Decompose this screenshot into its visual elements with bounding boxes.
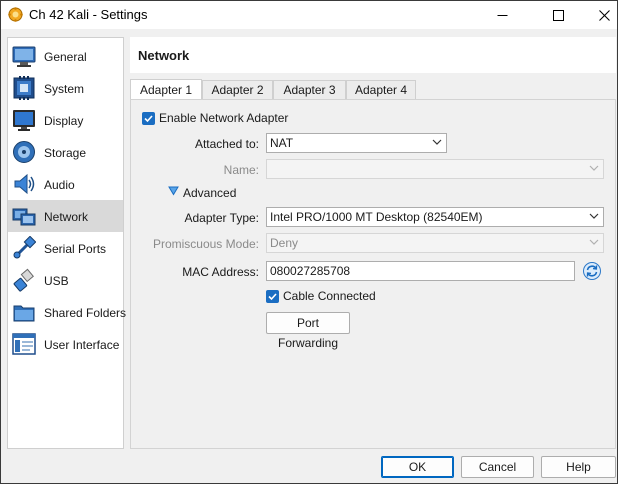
sidebar-item-label: Shared Folders — [44, 306, 127, 320]
settings-main-pane: Network Adapter 1 Adapter 2 Adapter 3 Ad… — [130, 37, 616, 449]
minimize-icon — [497, 14, 507, 16]
window-title: Ch 42 Kali - Settings — [29, 7, 148, 22]
sidebar-item-label: General — [44, 50, 87, 64]
general-icon — [12, 44, 36, 68]
promiscuous-mode-select[interactable]: Deny — [266, 233, 604, 253]
sidebar-item-general[interactable]: General — [8, 40, 123, 72]
promiscuous-mode-value: Deny — [270, 236, 299, 250]
sidebar-item-usb[interactable]: USB — [8, 264, 123, 296]
close-icon — [598, 9, 610, 21]
sidebar-item-serial-ports[interactable]: Serial Ports — [8, 232, 123, 264]
sidebar-item-storage[interactable]: Storage — [8, 136, 123, 168]
generate-mac-button[interactable] — [582, 261, 602, 281]
checkmark-icon — [268, 293, 277, 301]
attached-to-label: Attached to: — [194, 137, 259, 151]
maximize-icon — [552, 9, 564, 21]
adapter-type-select[interactable]: Intel PRO/1000 MT Desktop (82540EM) — [266, 207, 604, 227]
chevron-down-icon — [589, 239, 599, 245]
checkmark-icon — [144, 115, 153, 123]
minimize-button[interactable] — [479, 1, 525, 29]
audio-icon — [12, 172, 36, 196]
sidebar-item-label: User Interface — [44, 338, 120, 352]
settings-window: Ch 42 Kali - Settings General System Dis… — [0, 0, 618, 484]
name-label: Name: — [223, 163, 259, 177]
tab-adapter-1[interactable]: Adapter 1 — [130, 79, 202, 100]
page-header: Network — [130, 37, 616, 73]
attached-to-select[interactable]: NAT — [266, 133, 447, 153]
chevron-down-icon — [589, 213, 599, 219]
chevron-down-icon — [432, 139, 442, 145]
system-icon — [12, 76, 36, 100]
adapter-type-value: Intel PRO/1000 MT Desktop (82540EM) — [270, 210, 483, 224]
tab-adapter-2[interactable]: Adapter 2 — [202, 80, 273, 100]
tab-adapter-3[interactable]: Adapter 3 — [273, 80, 346, 100]
sidebar-item-user-interface[interactable]: User Interface — [8, 328, 123, 360]
sidebar-item-label: Network — [44, 210, 89, 224]
enable-adapter-checkbox[interactable] — [142, 112, 155, 125]
adapter-panel: Enable Network Adapter Attached to: NAT … — [130, 99, 616, 449]
maximize-button[interactable] — [535, 1, 581, 29]
shared-folders-icon — [12, 300, 36, 324]
ok-button[interactable]: OK — [381, 456, 454, 478]
sidebar-item-shared-folders[interactable]: Shared Folders — [8, 296, 127, 328]
promiscuous-mode-label: Promiscuous Mode: — [152, 237, 259, 251]
advanced-toggle-label[interactable]: Advanced — [183, 186, 236, 200]
mac-address-value: 080027285708 — [270, 264, 351, 278]
mac-address-label: MAC Address: — [182, 265, 259, 279]
refresh-icon — [583, 262, 601, 280]
usb-icon — [12, 268, 36, 292]
settings-sidebar: General System Display Storage Audio Net… — [7, 37, 127, 449]
tab-adapter-4[interactable]: Adapter 4 — [346, 80, 416, 100]
sidebar-item-audio[interactable]: Audio — [8, 168, 123, 200]
port-forwarding-button[interactable]: Port Forwarding — [266, 312, 350, 350]
sidebar-item-label: Audio — [44, 178, 75, 192]
cancel-button[interactable]: Cancel — [461, 456, 534, 478]
cable-connected-label: Cable Connected — [283, 289, 376, 303]
mac-address-input[interactable]: 080027285708 — [266, 261, 575, 281]
chevron-down-icon — [589, 165, 599, 171]
sidebar-item-label: Display — [44, 114, 84, 128]
sidebar-item-display[interactable]: Display — [8, 104, 123, 136]
virtualbox-app-icon — [8, 7, 23, 22]
sidebar-item-network[interactable]: Network — [8, 200, 123, 232]
user-interface-icon — [12, 332, 36, 356]
page-title: Network — [138, 48, 190, 63]
attached-to-value: NAT — [270, 136, 294, 150]
help-button[interactable]: Help — [541, 456, 616, 478]
sidebar-item-system[interactable]: System — [8, 72, 123, 104]
cable-connected-checkbox[interactable] — [266, 290, 279, 303]
sidebar-item-label: USB — [44, 274, 69, 288]
enable-adapter-label: Enable Network Adapter — [159, 111, 289, 125]
network-icon — [12, 204, 36, 228]
sidebar-item-label: System — [44, 82, 85, 96]
adapter-type-label: Adapter Type: — [184, 211, 260, 225]
name-select[interactable] — [266, 159, 604, 179]
serial-ports-icon — [12, 235, 37, 260]
display-icon — [12, 108, 36, 132]
storage-icon — [12, 140, 36, 164]
title-bar: Ch 42 Kali - Settings — [1, 1, 617, 29]
sidebar-item-label: Serial Ports — [44, 242, 107, 256]
advanced-toggle-icon[interactable] — [168, 186, 179, 196]
sidebar-item-label: Storage — [44, 146, 87, 160]
close-button[interactable] — [581, 1, 618, 29]
